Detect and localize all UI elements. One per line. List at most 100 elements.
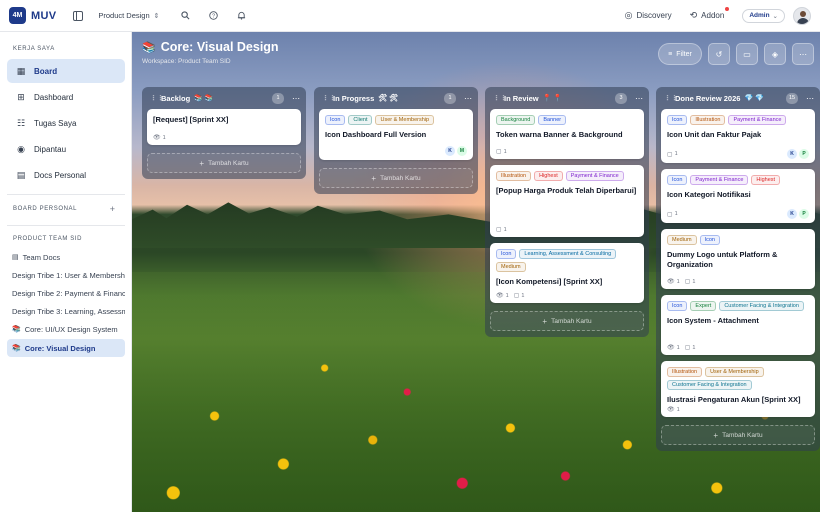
sidebar-item-tribe-3[interactable]: Design Tribe 3: Learning, Assessment [7,302,125,320]
task-card[interactable]: Background Banner Token warna Banner & Bac… [490,109,644,159]
puzzle-icon: ⟲ [689,10,698,20]
column-header[interactable]: ⋮⋮ Done Review 2026 💎 💎 15 ⋯ [656,87,820,109]
column-header[interactable]: ⋮⋮ In Review 📍 📍 3 ⋯ [485,87,649,109]
card-tag: Learning, Assessment & Consulting [519,249,617,259]
comment-count: 1 [521,292,525,299]
comment-count: 1 [674,151,678,157]
assignee-avatar[interactable]: K [787,149,797,159]
board-actions: ≡ Filter ↺ ▭ ◈ ⋯ [658,43,820,65]
comment-icon: ▢ [684,279,691,285]
column-more-icon[interactable]: ⋯ [806,94,814,103]
workspace-select[interactable]: Product Design ⇕ [98,11,159,20]
plus-icon: + [713,430,719,440]
card-title: Dummy Logo untuk Platform & Organization [667,250,778,269]
assignee-avatar[interactable]: M [457,146,467,156]
bell-icon[interactable] [234,8,250,24]
card-tag: Icon [325,115,346,125]
document-icon: ▤ [12,254,19,261]
user-avatar[interactable] [793,6,811,25]
drag-handle-icon[interactable]: ⋮⋮ [664,94,678,102]
archive-icon: ▭ [743,49,751,59]
column-title: In Progress [333,93,375,103]
filter-button[interactable]: ≡ Filter [658,43,702,65]
comment-icon: ▢ [684,345,691,351]
task-card[interactable]: Icon Expert Customer Facing & Integration I… [661,295,815,355]
card-title: Token warna Banner & Background [496,130,623,139]
column-more-icon[interactable]: ⋯ [635,94,643,103]
add-personal-board-icon[interactable]: + [110,204,115,214]
task-card[interactable]: Icon Payment & Finance Highest Icon Kategor… [661,169,815,223]
sidebar-item-uiux-design-system[interactable]: 📚 Core: UI/UX Design System [7,320,125,338]
history-icon: ↺ [715,49,723,59]
add-card-button[interactable]: + Tambah Kartu [490,311,644,331]
board-column: ⋮⋮ Done Review 2026 💎 💎 15 ⋯ Icon Illustration… [656,87,820,451]
sidebar-item-dashboard[interactable]: ⊞ Dashboard [7,85,125,109]
sidebar-item-label: Board [34,66,58,76]
add-card-button[interactable]: + Tambah Kartu [661,425,815,445]
column-more-icon[interactable]: ⋯ [464,94,472,103]
add-card-label: Tambah Kartu [551,317,592,325]
column-emoji: 💎 💎 [744,95,764,102]
column-header[interactable]: ⋮⋮ Backlog 📚 📚 1 ⋯ [142,87,306,109]
task-card[interactable]: Illustration Highest Payment & Finance [Pop… [490,165,644,237]
task-card[interactable]: Icon Learning, Assessment & Consulting Med… [490,243,644,303]
logo[interactable]: 4M MUV [9,7,56,24]
card-footer: 👁 1 ▢ 1 [667,278,809,286]
task-card[interactable]: Icon Illustration Payment & Finance Icon Un… [661,109,815,163]
add-card-button[interactable]: + Tambah Kartu [147,153,301,173]
drag-handle-icon[interactable]: ⋮⋮ [150,94,164,102]
card-footer: ▢ 1 [496,226,638,234]
task-card[interactable]: Medium Icon Dummy Logo untuk Platform & Or… [661,229,815,289]
discovery-link[interactable]: ◎ Discovery [625,10,672,21]
card-tag: Illustration [496,171,532,181]
search-icon[interactable] [178,8,194,24]
card-tag: Banner [538,115,567,125]
addon-link[interactable]: ⟲ Addon [689,7,730,21]
watch-icon: 👁 [667,345,675,351]
sidebar-item-label: Design Tribe 2: Payment & Finance [12,288,125,298]
notification-dot [725,7,730,11]
admin-role-dropdown[interactable]: Admin ⌄ [742,8,785,23]
comment-icon: ▢ [667,211,673,218]
sidebar-item-docs[interactable]: ▤ Docs Personal [7,163,125,187]
archive-button[interactable]: ▭ [736,43,758,65]
sidebar-item-board[interactable]: ▦ Board [7,59,125,83]
sidebar-item-tasks[interactable]: ☷ Tugas Saya [7,111,125,135]
compass-icon: ◎ [624,10,633,20]
more-options-button[interactable]: ⋯ [792,43,814,65]
column-more-icon[interactable]: ⋯ [292,94,300,103]
card-tag: Medium [667,235,697,245]
palette-icon: ◈ [771,49,779,59]
comment-count: 1 [503,226,507,233]
drag-handle-icon[interactable]: ⋮⋮ [322,94,336,102]
column-count-badge: 1 [272,92,284,104]
sidebar-item-watched[interactable]: ◉ Dipantau [7,137,125,161]
help-icon[interactable]: ? [206,8,222,24]
palette-button[interactable]: ◈ [764,43,786,65]
watch-count: 1 [676,278,680,285]
card-tags: Icon Payment & Finance Highest [667,175,809,185]
assignee-avatar[interactable]: P [799,209,809,219]
task-card[interactable]: Illustration User & Membership Customer Fa… [661,361,815,417]
board-icon: ▦ [16,65,26,76]
sidebar-item-tribe-2[interactable]: Design Tribe 2: Payment & Finance [7,284,125,302]
assignee-avatar[interactable]: P [799,149,809,159]
column-count-badge: 3 [615,92,627,104]
sidebar-item-tribe-1[interactable]: Design Tribe 1: User & Membership [7,266,125,284]
card-tag: Background [496,115,536,125]
column-header[interactable]: ⋮⋮ In Progress 🛠 🛠 1 ⋯ [314,87,478,109]
history-button[interactable]: ↺ [708,43,730,65]
card-footer: 👁 1 ▢ 1 [496,292,638,300]
document-icon: ▤ [16,169,26,180]
drag-handle-icon[interactable]: ⋮⋮ [493,94,507,102]
assignee-avatar[interactable]: K [787,209,797,219]
section-my-work: KERJA SAYA [13,46,55,52]
sidebar-toggle-icon[interactable] [70,8,86,24]
assignee-avatar[interactable]: K [445,146,455,156]
add-card-button[interactable]: + Tambah Kartu [319,168,473,188]
sidebar-item-visual-design[interactable]: 📚 Core: Visual Design [7,339,125,357]
task-card[interactable]: Icon Client User & Membership Icon Dashboar… [319,109,473,160]
sidebar-item-team-docs[interactable]: ▤ Team Docs [7,248,125,266]
card-footer: ▢ 1 K P [667,209,809,219]
task-card[interactable]: [Request] [Sprint XX] 👁 1 [147,109,301,145]
